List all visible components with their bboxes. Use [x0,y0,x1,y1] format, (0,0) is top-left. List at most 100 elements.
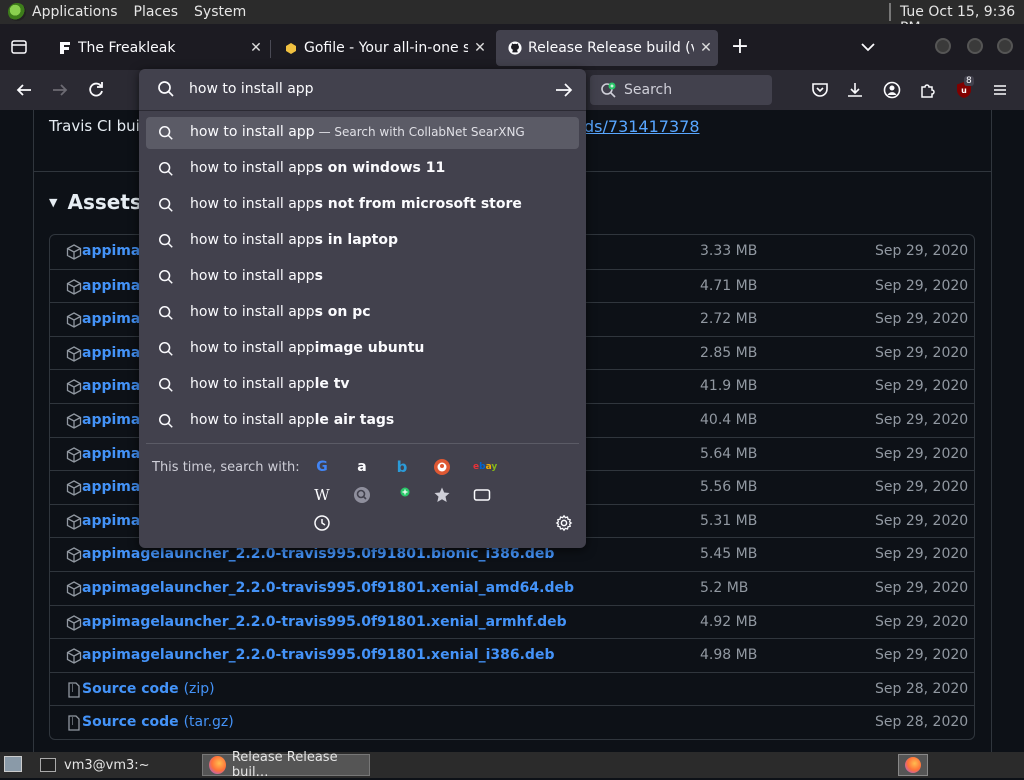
search-suggestion[interactable]: how to install apple air tags [146,405,579,437]
tab-gofile[interactable]: Gofile - Your all-in-one storage ✕ [272,30,492,66]
back-arrow-icon[interactable] [14,80,34,100]
asset-row: appimagelauncher_2.2.0-travis995.0f91801… [50,638,974,672]
new-tab-plus-icon[interactable]: + [728,34,752,59]
list-all-tabs-chevron-icon[interactable] [861,42,875,52]
reload-icon[interactable] [86,80,106,100]
asset-link[interactable]: appimagelauncher_2.2.0-travis995.0f91801… [82,614,567,630]
asset-name: appimagelauncher_2.2.0-travis995.0f91801… [82,580,574,596]
asset-link[interactable]: Source code (zip) [82,681,215,697]
ebay-engine-icon[interactable]: ebay [473,458,497,476]
file-zip-icon [68,682,80,698]
asset-name: appimagelauncher_2.2.0-travis995.0f91801… [82,613,567,630]
tab-close-icon[interactable]: ✕ [468,40,492,56]
add-engine-icon[interactable] [393,486,411,504]
suggestion-prefix: how to install app [190,304,315,320]
assets-toggle[interactable]: ▼ Assets [49,190,142,214]
duckduckgo-engine-icon[interactable] [433,458,451,476]
asset-name: appimagelauncher_2.2.0-travis995.0f91801… [82,546,555,563]
suggestion-completion: s on windows 11 [314,160,446,176]
tab-release-build[interactable]: Release Release build (v2.2.0 ✕ [496,30,718,66]
forward-arrow-icon[interactable] [50,80,70,100]
search-suggestion[interactable]: how to install apps [146,261,579,293]
menu-applications[interactable]: Applications [32,4,118,20]
suggestion-text: how to install appimage ubuntu [190,340,428,356]
search-icon [159,162,173,176]
search-engine-icon [601,82,616,98]
bookmarks-star-icon[interactable] [433,486,451,504]
suggestion-prefix: how to install app [190,340,315,356]
suggestion-completion: s not from microsoft store [314,196,522,212]
distro-logo-icon[interactable] [8,3,26,21]
travis-build-link[interactable]: ds/731417378 [584,117,700,136]
taskbar-terminal[interactable]: vm3@vm3:~ [34,754,198,776]
taskbar-label: vm3@vm3:~ [64,757,150,773]
pocket-icon[interactable] [810,80,830,100]
asset-size: 4.92 MB [700,613,758,630]
suggestion-text: how to install apps on windows 11 [190,160,449,176]
downloads-icon[interactable] [845,80,865,100]
suggestion-text: how to install apps not from microsoft s… [190,196,526,212]
search-icon [159,378,173,392]
search-icon [159,414,173,428]
search-suggestion[interactable]: how to install app — Search with CollabNe… [146,117,579,149]
wikipedia-engine-icon[interactable]: W [313,486,331,504]
taskbar-label: Release Release buil… [231,750,338,780]
search-suggestion[interactable]: how to install appimage ubuntu [146,333,579,365]
search-suggestion[interactable]: how to install apps on windows 11 [146,153,579,185]
asset-date: Sep 29, 2020 [875,580,969,596]
asset-date: Sep 29, 2020 [875,344,969,361]
window-minimize-button[interactable] [935,38,951,54]
account-icon[interactable] [882,80,902,100]
amazon-engine-icon[interactable]: a [353,458,371,476]
search-icon [159,126,173,140]
tabs-icon[interactable] [473,486,491,504]
tab-title: Release Release build (v2.2.0 [528,40,694,56]
google-engine-icon[interactable]: G [313,458,331,476]
history-clock-icon[interactable] [313,514,331,532]
asset-link[interactable]: appimagelauncher_2.2.0-travis995.0f91801… [82,580,574,596]
tab-freakleak[interactable]: The Freakleak ✕ [46,30,268,66]
urlbar-input[interactable] [189,77,549,101]
menu-system[interactable]: System [194,4,246,20]
taskbar-firefox[interactable]: Release Release buil… [202,750,370,780]
gofile-favicon-icon [286,43,296,54]
search-suggestion[interactable]: how to install apps in laptop [146,225,579,257]
suggestion-prefix: how to install app [190,232,315,248]
menu-places[interactable]: Places [134,4,179,20]
asset-link[interactable]: appimagelauncher_2.2.0-travis995.0f91801… [82,546,554,562]
go-arrow-icon[interactable] [555,82,573,98]
asset-size: 5.45 MB [700,546,758,563]
search-suggestion[interactable]: how to install apps on pc [146,297,579,329]
suggestion-completion: s [314,268,323,284]
extensions-puzzle-icon[interactable] [918,80,938,100]
toolbar-search-box[interactable]: Search [590,75,772,105]
firefox-icon [905,757,921,773]
asset-date: Sep 28, 2020 [875,714,969,731]
asset-link[interactable]: appimagelauncher_2.2.0-travis995.0f91801… [82,647,554,663]
bing-engine-icon[interactable]: b [393,458,411,476]
suggestion-prefix: how to install app [190,196,315,212]
system-top-panel: Applications Places System Tue Oct 15, 9… [0,0,1024,36]
divider [139,110,586,111]
firefox-view-icon[interactable] [10,38,28,56]
tab-close-icon[interactable]: ✕ [694,40,718,56]
asset-row: Source code (zip) Sep 28, 2020 [50,671,974,706]
asset-size: 2.85 MB [700,344,758,361]
search-suggestion[interactable]: how to install apps not from microsoft s… [146,189,579,221]
searxng-engine-icon[interactable] [353,486,371,504]
search-suggestion[interactable]: how to install apple tv [146,369,579,401]
window-maximize-button[interactable] [967,38,983,54]
workspace-switcher[interactable] [898,754,928,776]
hamburger-menu-icon[interactable] [990,80,1010,100]
search-settings-gear-icon[interactable] [555,514,573,532]
search-icon [159,306,173,320]
suggestion-description: — Search with CollabNet SearXNG [318,125,525,139]
window-close-button[interactable] [997,38,1013,54]
package-icon [66,514,82,530]
search-with-label: This time, search with: [152,460,300,475]
asset-link[interactable]: Source code (tar.gz) [82,714,234,730]
asset-name: Source code [82,680,179,697]
show-desktop-icon[interactable] [4,756,22,772]
panel-separator [889,3,891,21]
tab-close-icon[interactable]: ✕ [244,40,268,56]
